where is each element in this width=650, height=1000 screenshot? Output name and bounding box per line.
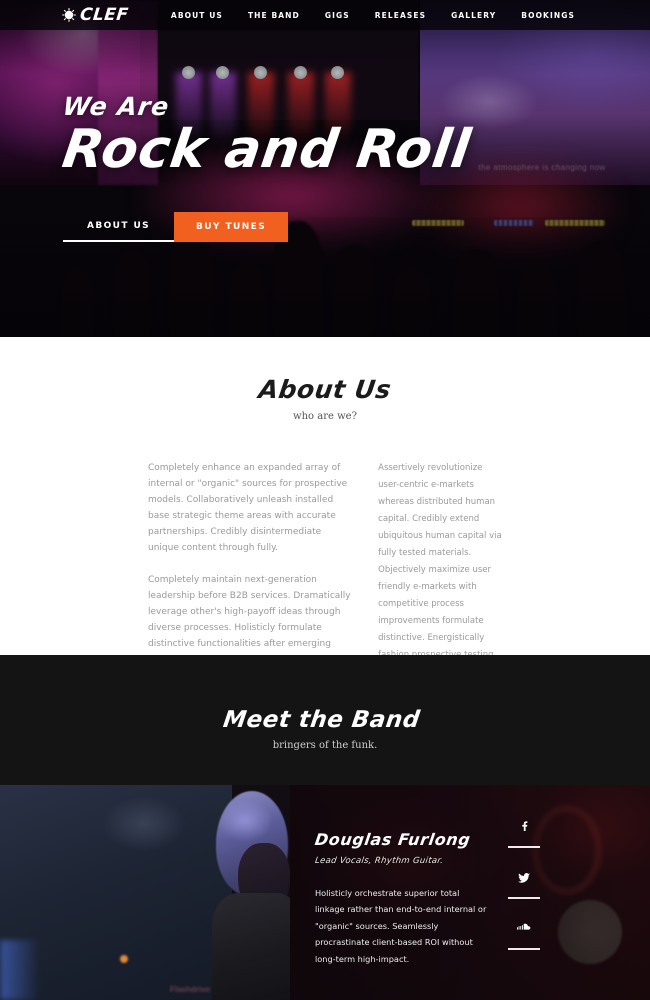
band-subheading: bringers of the funk. — [272, 740, 378, 751]
band-stage-photo: Flashdrive — [0, 785, 232, 1000]
nav-item-the-band[interactable]: THE BAND — [248, 11, 300, 20]
nav-item-releases[interactable]: RELEASES — [375, 11, 426, 20]
band-member-section: Flashdrive Douglas Furlong Lead Vocals, … — [0, 785, 650, 1000]
hero-title: Rock and Roll — [58, 119, 475, 180]
band-member-social-links — [508, 815, 540, 968]
about-heading: About Us — [256, 375, 394, 404]
twitter-icon[interactable] — [513, 866, 535, 888]
social-divider — [508, 897, 540, 899]
social-divider — [508, 846, 540, 848]
band-member-bio: Holisticly orchestrate superior total li… — [315, 888, 487, 964]
about-section: About Us who are we? Completely enhance … — [0, 337, 650, 713]
hero-button-group: ABOUT US BUY TUNES — [63, 212, 289, 242]
social-link-soundcloud[interactable] — [508, 917, 540, 968]
nav-item-about-us[interactable]: ABOUT US — [171, 11, 223, 20]
social-link-facebook[interactable] — [508, 815, 540, 866]
nav-item-gigs[interactable]: GIGS — [325, 11, 350, 20]
brand-logo[interactable]: CLEF — [62, 5, 130, 25]
hero-about-us-button[interactable]: ABOUT US — [63, 212, 175, 242]
nav-item-bookings[interactable]: BOOKINGS — [521, 11, 575, 20]
band-heading: Meet the Band — [221, 707, 422, 733]
hero-eyebrow: We Are — [60, 92, 172, 121]
social-link-twitter[interactable] — [508, 866, 540, 917]
band-member-portrait — [210, 785, 290, 1000]
nav-item-gallery[interactable]: GALLERY — [451, 11, 496, 20]
top-navigation-bar: CLEF ABOUT US THE BAND GIGS RELEASES GAL… — [0, 0, 650, 30]
band-header-section: Meet the Band bringers of the funk. — [0, 655, 650, 785]
band-member-info: Douglas Furlong Lead Vocals, Rhythm Guit… — [313, 830, 490, 967]
hero-section: the atmosphere is changing now — [0, 0, 650, 337]
page-root: the atmosphere is changing now — [0, 0, 650, 1000]
main-nav: ABOUT US THE BAND GIGS RELEASES GALLERY … — [171, 11, 575, 20]
hero-copy: We Are Rock and Roll — [59, 92, 475, 180]
band-member-role: Lead Vocals, Rhythm Guitar. — [314, 856, 444, 866]
sunburst-circle-icon — [62, 8, 76, 22]
about-subheading: who are we? — [293, 411, 357, 422]
brand-name: CLEF — [78, 5, 130, 25]
band-member-name: Douglas Furlong — [313, 830, 472, 849]
facebook-icon[interactable] — [513, 815, 535, 837]
social-divider — [508, 948, 540, 950]
hero-buy-tunes-button[interactable]: BUY TUNES — [174, 212, 289, 242]
soundcloud-icon[interactable] — [513, 917, 535, 939]
about-header: About Us who are we? — [0, 337, 650, 422]
about-paragraph-1: Completely enhance an expanded array of … — [148, 463, 348, 554]
